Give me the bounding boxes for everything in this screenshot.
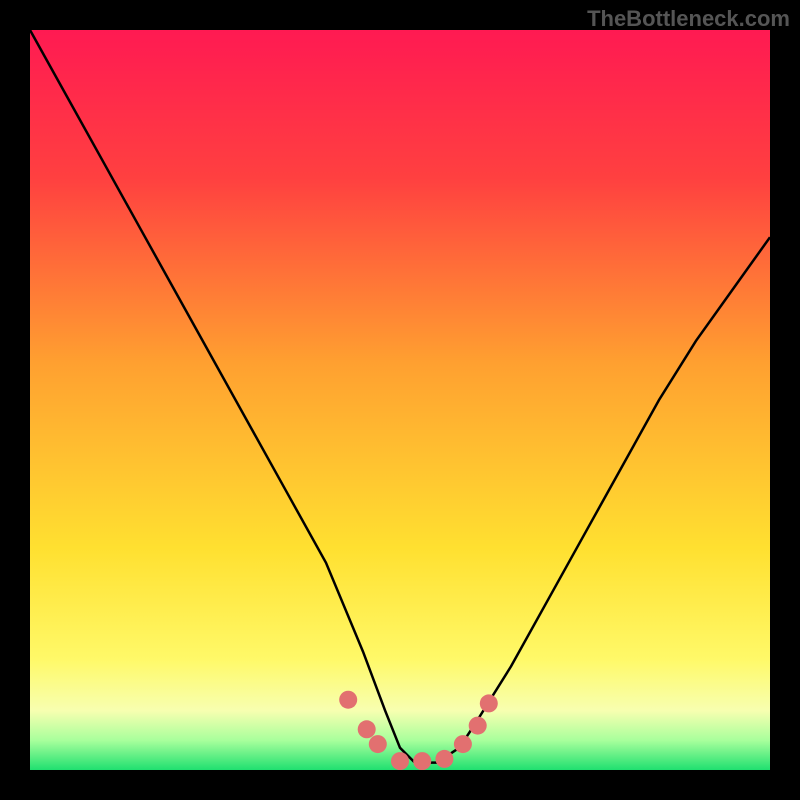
marker-point <box>391 752 409 770</box>
chart-svg <box>30 30 770 770</box>
watermark-text: TheBottleneck.com <box>587 6 790 32</box>
marker-point <box>480 694 498 712</box>
marker-point <box>469 717 487 735</box>
marker-point <box>339 691 357 709</box>
marker-point <box>369 735 387 753</box>
marker-point <box>358 720 376 738</box>
marker-point <box>413 752 431 770</box>
marker-point <box>454 735 472 753</box>
marker-point <box>435 750 453 768</box>
chart-frame: TheBottleneck.com <box>0 0 800 800</box>
plot-area <box>30 30 770 770</box>
